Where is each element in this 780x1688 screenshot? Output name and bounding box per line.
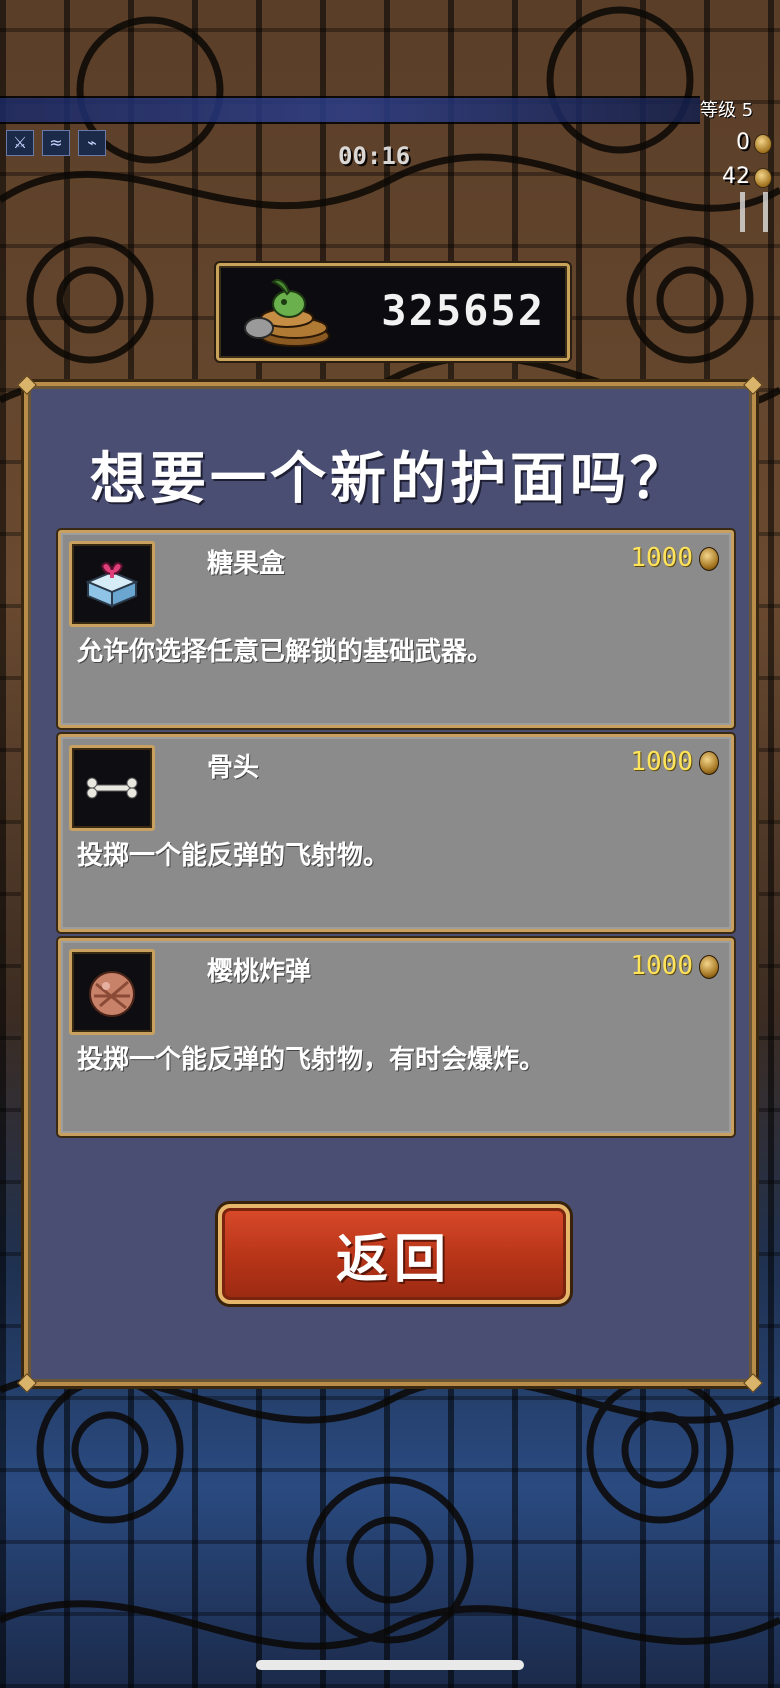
gold-counter: 325652: [216, 263, 570, 361]
item-card-bone[interactable]: 骨头 1000 投掷一个能反弹的飞射物。: [58, 734, 734, 932]
item-icon-frame: [69, 541, 155, 627]
home-indicator[interactable]: [256, 1660, 524, 1670]
item-card-cherry-bomb[interactable]: 樱桃炸弹 1000 投掷一个能反弹的飞射物，有时会爆炸。: [58, 938, 734, 1136]
coin-icon: [699, 751, 719, 775]
coin-count: 42: [722, 164, 750, 189]
item-card-candy-box[interactable]: 糖果盒 1000 允许你选择任意已解锁的基础武器。: [58, 530, 734, 728]
item-name: 骨头: [207, 753, 260, 783]
back-button-label: 返回: [335, 1229, 452, 1290]
equipped-weapons: ⚔ ≈ ⌁: [6, 130, 116, 156]
item-description: 投掷一个能反弹的飞射物，有时会爆炸。: [77, 1045, 546, 1075]
item-price: 1000: [630, 747, 693, 777]
wand-icon: ⌁: [78, 130, 106, 156]
coin-icon: [754, 168, 772, 188]
item-description: 投掷一个能反弹的飞射物。: [77, 841, 390, 871]
whip-icon: ≈: [42, 130, 70, 156]
survival-timer: 00:16: [338, 142, 411, 170]
back-button[interactable]: 返回: [218, 1204, 570, 1304]
item-price: 1000: [630, 543, 693, 573]
item-name: 糖果盒: [207, 549, 286, 579]
item-icon-frame: [69, 949, 155, 1035]
sword-icon: ⚔: [6, 130, 34, 156]
pause-button[interactable]: [740, 192, 768, 232]
coin-icon: [699, 955, 719, 979]
candy-box-icon: [85, 562, 139, 608]
experience-bar: [0, 96, 700, 124]
kill-count: 0: [736, 130, 750, 155]
bone-icon: [86, 777, 138, 799]
gold-pile-icon: [244, 279, 330, 347]
item-price: 1000: [630, 951, 693, 981]
level-label: 等级 5: [700, 100, 754, 121]
gold-amount: 325652: [381, 286, 545, 335]
item-name: 樱桃炸弹: [207, 957, 312, 987]
panel-title: 想要一个新的护面吗？: [90, 447, 690, 512]
skull-icon: [754, 134, 772, 154]
cherry-bomb-icon: [89, 971, 135, 1017]
coin-icon: [699, 547, 719, 571]
shop-panel: 想要一个新的护面吗？ 糖果盒 1000 允许你选择任意已解锁的基础武器。 骨头 …: [17, 375, 763, 1393]
item-icon-frame: [69, 745, 155, 831]
item-description: 允许你选择任意已解锁的基础武器。: [77, 637, 494, 667]
